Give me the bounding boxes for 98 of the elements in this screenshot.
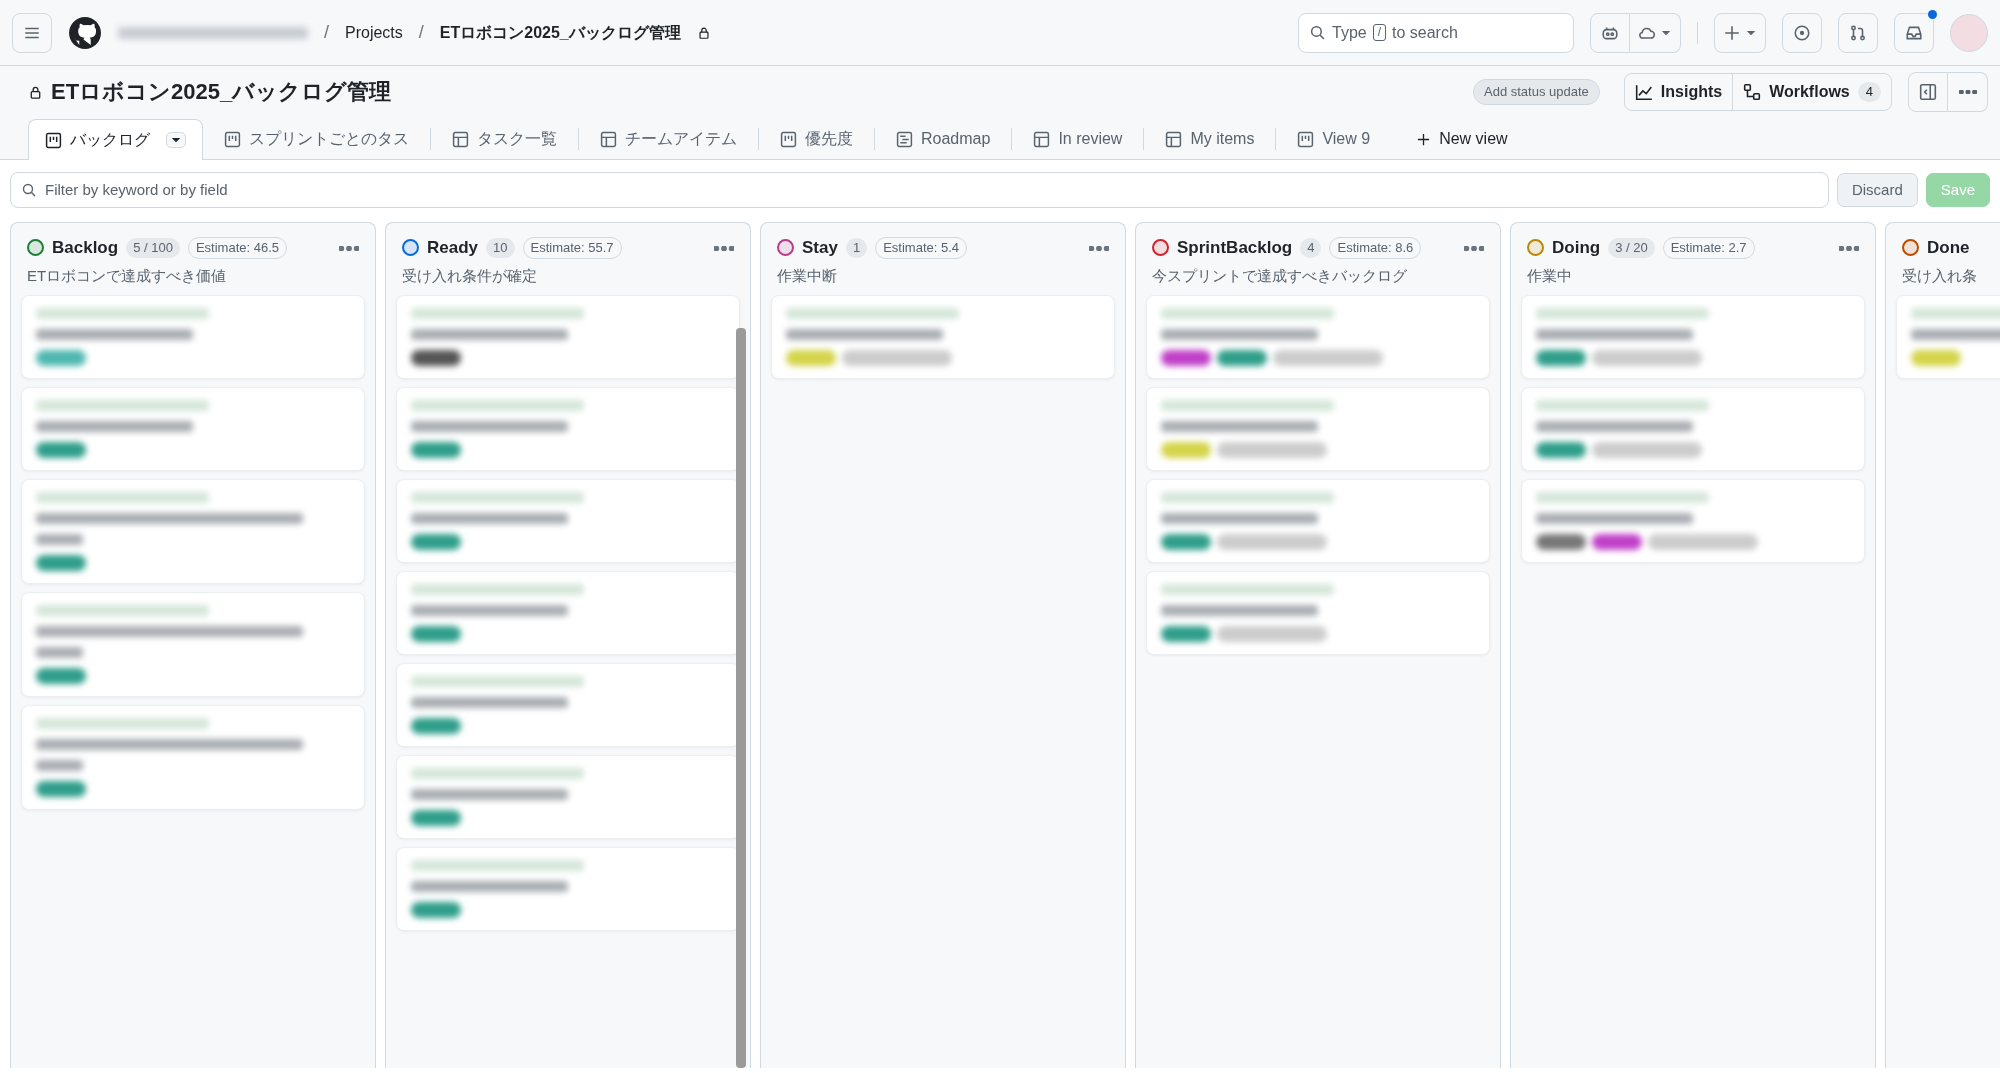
side-panel-icon xyxy=(1919,83,1937,101)
column-title: Doing xyxy=(1552,237,1601,259)
view-tab[interactable]: チームアイテム xyxy=(583,118,754,159)
column-description: 作業中断 xyxy=(777,265,838,286)
column-description: 受け入れ条件が確定 xyxy=(402,265,538,286)
view-tab[interactable]: 優先度 xyxy=(763,118,870,159)
view-menu-button[interactable] xyxy=(166,132,186,148)
column-description: 今スプリントで達成すべきバックログ xyxy=(1152,265,1408,286)
breadcrumb-separator: / xyxy=(418,21,424,44)
keyboard-shortcut-key: / xyxy=(1372,24,1387,41)
board-icon xyxy=(224,130,241,148)
breadcrumb-separator: / xyxy=(324,21,329,44)
pull-requests-button[interactable] xyxy=(1838,12,1878,53)
lock-icon xyxy=(28,84,43,100)
roadmap-icon xyxy=(896,130,913,148)
item-count: 4 xyxy=(1300,238,1322,258)
issue-icon xyxy=(1793,23,1811,42)
blurred-card[interactable] xyxy=(21,479,365,584)
workflow-icon xyxy=(1743,83,1762,101)
plus-icon xyxy=(1723,23,1741,42)
scrollbar[interactable] xyxy=(736,328,746,1068)
item-count: 5 / 100 xyxy=(126,238,180,258)
column-title: Ready xyxy=(427,237,479,259)
more-options-button[interactable] xyxy=(1948,72,1988,112)
search-hint: Type xyxy=(1332,22,1367,43)
item-count: 3 / 20 xyxy=(1608,238,1655,258)
blurred-card[interactable] xyxy=(1146,571,1490,655)
column-title: Done xyxy=(1927,237,1970,259)
view-tab[interactable]: スプリントごとのタス xyxy=(207,118,426,159)
table-icon xyxy=(452,130,469,148)
graph-icon xyxy=(1634,83,1653,101)
filter-field[interactable]: Filter by keyword or by field xyxy=(10,172,1829,208)
view-tab[interactable]: Roadmap xyxy=(879,118,1008,159)
search-hint: to search xyxy=(1392,22,1458,43)
column-description: 受け入れ条 xyxy=(1902,265,1978,286)
table-icon xyxy=(1165,130,1183,148)
create-dropdown-button[interactable] xyxy=(1714,12,1766,53)
more-icon xyxy=(714,246,734,252)
table-icon xyxy=(1033,130,1051,148)
more-icon xyxy=(339,246,359,252)
column-title: SprintBacklog xyxy=(1177,237,1293,259)
more-icon xyxy=(1958,90,1977,94)
inbox-button[interactable] xyxy=(1894,12,1934,53)
blurred-card[interactable] xyxy=(21,295,365,379)
filter-placeholder: Filter by keyword or by field xyxy=(45,179,228,200)
blurred-card[interactable] xyxy=(21,705,365,810)
cloud-dropdown-button[interactable] xyxy=(1630,12,1681,53)
view-tab[interactable]: View 9 xyxy=(1280,118,1388,159)
copilot-button[interactable] xyxy=(1590,12,1630,53)
table-icon xyxy=(600,130,617,148)
blurred-card[interactable] xyxy=(1521,295,1865,379)
lock-icon xyxy=(696,25,711,40)
project-title: ETロボコン2025_バックログ管理 xyxy=(51,78,392,106)
search-field[interactable]: Type / to search xyxy=(1298,12,1574,53)
search-icon xyxy=(21,182,37,198)
blurred-card[interactable] xyxy=(396,295,740,379)
plus-icon xyxy=(1416,131,1432,147)
blurred-text-line xyxy=(36,534,84,545)
menu-button[interactable] xyxy=(12,12,52,53)
column-title: Stay xyxy=(802,237,838,259)
blurred-card[interactable] xyxy=(771,295,1115,379)
view-tab[interactable]: In review xyxy=(1016,118,1140,159)
board-icon xyxy=(1297,130,1315,148)
blurred-card[interactable] xyxy=(1146,295,1490,379)
insights-button[interactable]: Insights xyxy=(1624,74,1733,110)
view-tab[interactable]: タスク一覧 xyxy=(435,118,574,159)
workflows-count: 4 xyxy=(1857,82,1881,102)
view-tab[interactable]: My items xyxy=(1148,118,1272,159)
blurred-card[interactable] xyxy=(21,387,365,471)
blurred-card[interactable] xyxy=(1146,387,1490,471)
more-icon xyxy=(1839,246,1859,252)
item-count: 1 xyxy=(845,238,868,258)
breadcrumb-link[interactable]: Projects xyxy=(345,20,403,45)
discard-button[interactable]: Discard xyxy=(1836,173,1918,207)
item-count: 10 xyxy=(486,238,515,258)
blurred-text-line xyxy=(36,760,84,771)
board-icon xyxy=(45,131,62,149)
more-icon xyxy=(1089,246,1109,252)
breadcrumb-link[interactable]: ETロボコン2025_バックログ管理 xyxy=(439,20,681,45)
blurred-card[interactable] xyxy=(1521,479,1865,563)
search-icon xyxy=(1309,24,1326,41)
blurred-card[interactable] xyxy=(1521,387,1865,471)
workflows-button[interactable]: Workflows 4 xyxy=(1732,74,1891,110)
blurred-text-line xyxy=(36,647,84,658)
blurred-card[interactable] xyxy=(21,592,365,697)
column-description: 作業中 xyxy=(1527,265,1573,286)
column-title: Backlog xyxy=(52,237,119,259)
column-description: ETロボコンで達成すべき価値 xyxy=(27,265,228,286)
side-panel-button[interactable] xyxy=(1908,72,1948,112)
view-tab[interactable]: バックログ xyxy=(28,119,203,160)
octocat-logo-icon xyxy=(68,15,102,50)
board-icon xyxy=(780,130,797,148)
pull-request-icon xyxy=(1849,23,1867,42)
add-status-update-button[interactable]: Add status update xyxy=(1473,79,1600,105)
more-icon xyxy=(1464,246,1484,252)
issues-button[interactable] xyxy=(1782,12,1822,53)
new-view-button[interactable]: New view xyxy=(1399,118,1525,159)
blurred-card[interactable] xyxy=(1146,479,1490,563)
